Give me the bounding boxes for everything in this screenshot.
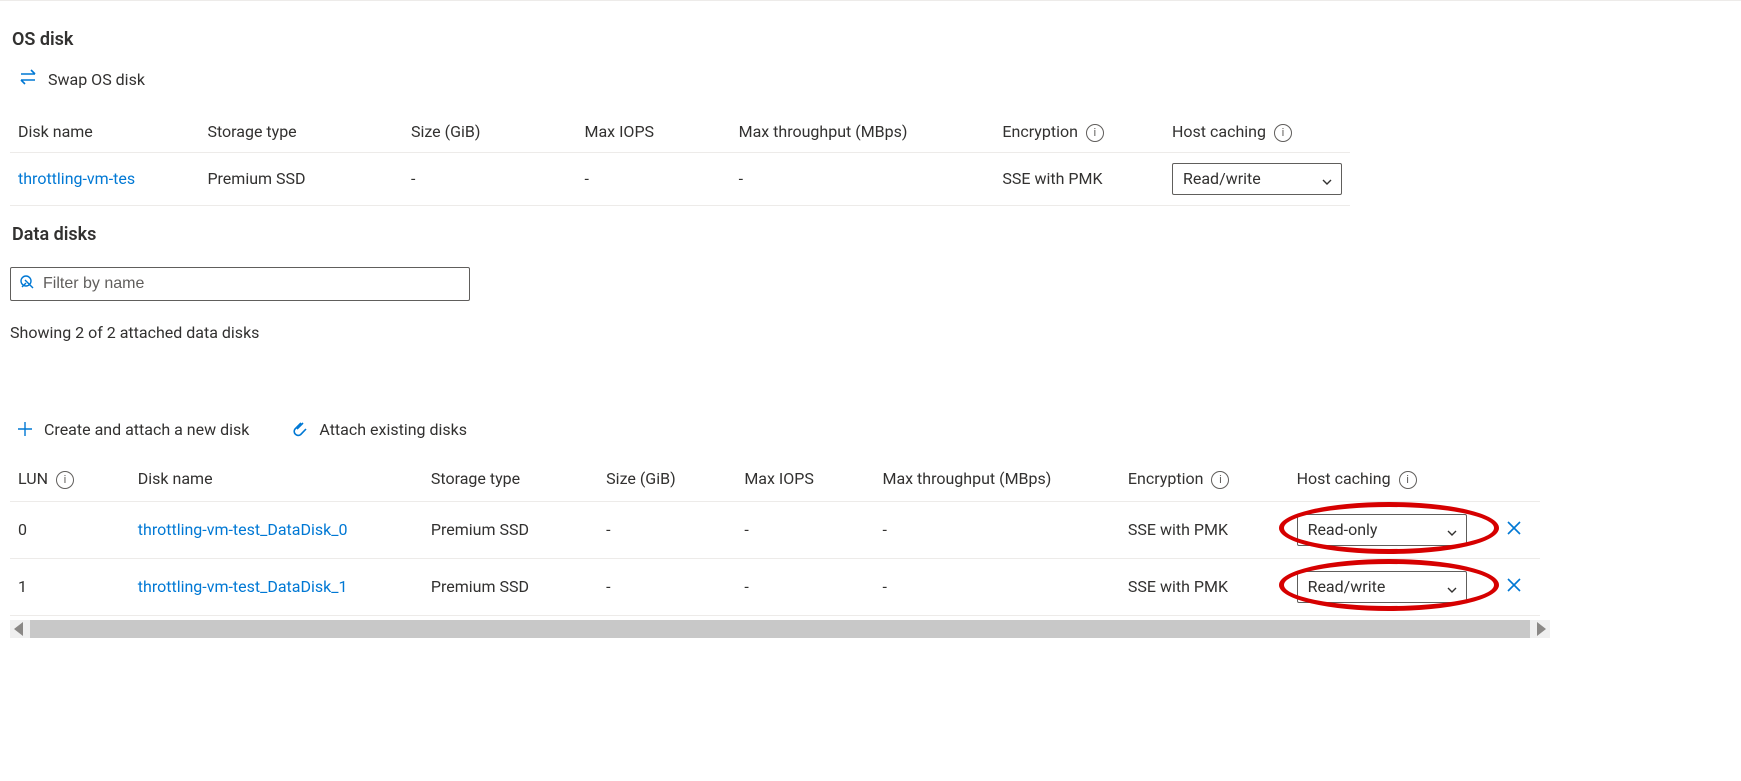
data-disks-scroll: LUN i Disk name Storage type Size (GiB) …: [10, 457, 1550, 638]
cell-lun: 0: [10, 501, 130, 558]
os-disk-table: Disk name Storage type Size (GiB) Max IO…: [10, 112, 1350, 206]
showing-count-text: Showing 2 of 2 attached data disks: [10, 323, 1731, 342]
info-icon[interactable]: i: [1086, 124, 1104, 142]
data-disk-row: 1 throttling-vm-test_DataDisk_1 Premium …: [10, 558, 1540, 615]
col-encryption: Encryption i: [994, 112, 1164, 152]
filter-by-name-input[interactable]: [35, 274, 461, 294]
cell-lun: 1: [10, 558, 130, 615]
create-attach-disk-label: Create and attach a new disk: [44, 420, 249, 439]
col-host-caching: Host caching i: [1164, 112, 1350, 152]
os-disk-name-link[interactable]: throttling-vm-tes: [18, 169, 135, 188]
swap-os-disk-label: Swap OS disk: [48, 70, 145, 89]
swap-os-disk-link[interactable]: Swap OS disk: [18, 68, 145, 90]
cell-encryption: SSE with PMK: [1120, 558, 1289, 615]
cell-max-throughput: -: [874, 558, 1119, 615]
data-disk-name-link[interactable]: throttling-vm-test_DataDisk_0: [138, 520, 348, 539]
filter-by-name-wrap[interactable]: [10, 267, 470, 301]
os-disk-storage-type: Premium SSD: [199, 152, 403, 205]
create-attach-disk-link[interactable]: Create and attach a new disk: [16, 420, 249, 439]
col-disk-name: Disk name: [130, 457, 423, 501]
cell-max-throughput: -: [874, 501, 1119, 558]
dropdown-value: Read/write: [1183, 169, 1261, 188]
delete-disk-icon[interactable]: [1505, 579, 1523, 598]
col-max-iops: Max IOPS: [736, 457, 874, 501]
cell-size: -: [598, 558, 736, 615]
delete-disk-icon[interactable]: [1505, 522, 1523, 541]
os-disk-encryption: SSE with PMK: [994, 152, 1164, 205]
chevron-down-icon: [1446, 581, 1458, 593]
cell-max-iops: -: [736, 501, 874, 558]
attach-existing-disks-label: Attach existing disks: [319, 420, 467, 439]
os-disk-title: OS disk: [12, 29, 1731, 50]
info-icon[interactable]: i: [1274, 124, 1292, 142]
info-icon[interactable]: i: [1211, 471, 1229, 489]
info-icon[interactable]: i: [1399, 471, 1417, 489]
cell-storage-type: Premium SSD: [423, 558, 598, 615]
col-max-throughput: Max throughput (MBps): [731, 112, 995, 152]
swap-icon: [18, 68, 38, 90]
search-icon: [19, 274, 35, 294]
info-icon[interactable]: i: [56, 471, 74, 489]
col-host-caching: Host caching i: [1289, 457, 1497, 501]
col-storage-type: Storage type: [423, 457, 598, 501]
dropdown-value: Read-only: [1308, 520, 1378, 539]
os-disk-size: -: [403, 152, 577, 205]
data-disk-name-link[interactable]: throttling-vm-test_DataDisk_1: [138, 577, 348, 596]
data-disk-row: 0 throttling-vm-test_DataDisk_0 Premium …: [10, 501, 1540, 558]
chevron-down-icon: [1446, 524, 1458, 536]
data-disk-host-caching-dropdown[interactable]: Read-only: [1297, 514, 1467, 546]
col-encryption: Encryption i: [1120, 457, 1289, 501]
os-disk-row: throttling-vm-tes Premium SSD - - - SSE …: [10, 152, 1350, 205]
attach-existing-disks-link[interactable]: Attach existing disks: [289, 420, 467, 439]
cell-size: -: [598, 501, 736, 558]
os-disk-max-throughput: -: [731, 152, 995, 205]
cell-max-iops: -: [736, 558, 874, 615]
col-storage-type: Storage type: [199, 112, 403, 152]
cell-encryption: SSE with PMK: [1120, 501, 1289, 558]
os-disk-host-caching-dropdown[interactable]: Read/write: [1172, 163, 1342, 195]
col-size: Size (GiB): [598, 457, 736, 501]
col-max-iops: Max IOPS: [577, 112, 731, 152]
col-size: Size (GiB): [403, 112, 577, 152]
data-disks-table: LUN i Disk name Storage type Size (GiB) …: [10, 457, 1540, 616]
dropdown-value: Read/write: [1308, 577, 1386, 596]
data-disks-title: Data disks: [12, 224, 1731, 245]
col-lun: LUN i: [10, 457, 130, 501]
col-max-throughput: Max throughput (MBps): [874, 457, 1119, 501]
cell-storage-type: Premium SSD: [423, 501, 598, 558]
data-disk-host-caching-dropdown[interactable]: Read/write: [1297, 571, 1467, 603]
horizontal-scrollbar[interactable]: [10, 620, 1550, 638]
scrollbar-thumb[interactable]: [30, 620, 1530, 638]
col-disk-name: Disk name: [10, 112, 199, 152]
chevron-down-icon: [1321, 173, 1333, 185]
os-disk-max-iops: -: [577, 152, 731, 205]
